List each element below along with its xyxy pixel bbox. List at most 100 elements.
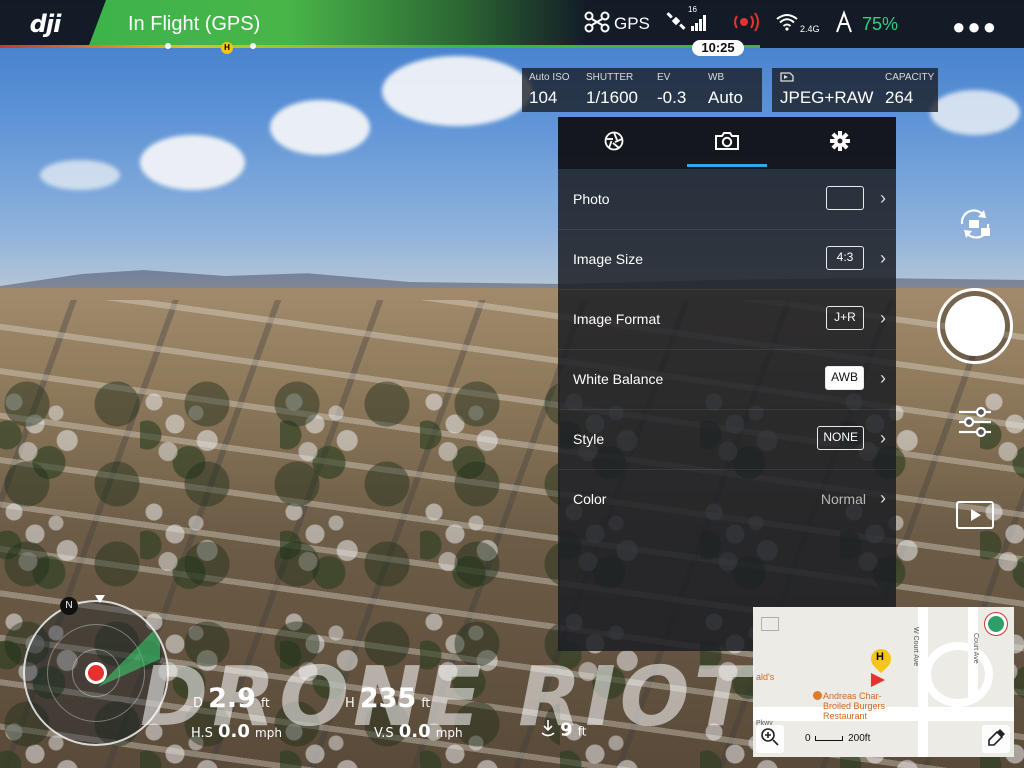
shutter-button[interactable]: [937, 288, 1013, 364]
cloud: [140, 135, 245, 190]
height-label: H: [345, 696, 355, 711]
vps-value: 9: [560, 719, 573, 741]
map-poi-label: Broiled Burgers: [823, 701, 886, 711]
hspeed-unit: mph: [255, 726, 282, 740]
setting-value-text: Normal: [820, 491, 866, 507]
setting-value-box: J+R: [826, 306, 864, 330]
vps-readout: 9 ft: [541, 719, 586, 743]
progress-marker: [250, 43, 256, 49]
map-street-label: Court Ave: [972, 633, 979, 664]
map-scale: 0 200ft: [805, 733, 870, 744]
setting-label: Image Format: [573, 311, 661, 327]
setting-row-color[interactable]: Color Normal ›: [558, 469, 896, 529]
vspeed-readout: V.S 0.0 mph: [374, 721, 463, 742]
drone-icon: [584, 11, 610, 38]
more-dots-icon[interactable]: ●●●: [952, 14, 998, 40]
gps-label: GPS: [614, 14, 650, 33]
drone-position-icon: [871, 673, 885, 687]
vps-icon: [541, 719, 555, 743]
setting-row-photo[interactable]: Photo ›: [558, 169, 896, 229]
hspeed-label: H.S: [191, 726, 213, 741]
hspeed-readout: H.S 0.0 mph: [191, 721, 282, 742]
tab-settings[interactable]: [784, 117, 896, 169]
chevron-right-icon: ›: [880, 248, 886, 268]
cloud: [930, 90, 1020, 135]
cloud: [40, 160, 120, 190]
format-value: JPEG+RAW: [780, 88, 874, 107]
camera-settings-toggle[interactable]: [955, 404, 995, 444]
map-poi-label: ald's: [756, 672, 775, 682]
setting-label: Style: [573, 431, 605, 447]
top-status-bar: dji In Flight (GPS) GPS 16 2.4G 75% ●●●: [0, 0, 1024, 48]
sliders-icon: [957, 404, 993, 445]
chevron-right-icon: ›: [880, 428, 886, 448]
playback-button[interactable]: [955, 500, 995, 534]
switch-camera-icon: [954, 206, 996, 247]
restaurant-icon: [813, 691, 822, 700]
home-marker-pin: H: [221, 42, 233, 54]
map-poi-label: Restaurant: [823, 711, 868, 721]
wifi-band: 2.4G: [800, 24, 820, 34]
map-scale-distance: 200ft: [848, 733, 871, 744]
gear-icon: [829, 130, 851, 157]
camera-settings-panel: Photo › Image Size 4:3 › Image Format J+…: [558, 117, 896, 651]
iso-label: Auto ISO: [529, 72, 570, 83]
tab-camera[interactable]: [671, 117, 783, 169]
satellite-count: 16: [688, 4, 697, 14]
setting-label: Photo: [573, 191, 610, 207]
eraser-icon: [986, 727, 1006, 752]
compass-north: N: [60, 597, 78, 615]
iso-value: 104: [529, 88, 558, 107]
battery-icon: [834, 9, 854, 39]
height-readout: H 235 ft: [345, 683, 430, 714]
distance-readout: D 2.9 ft: [193, 683, 270, 714]
setting-label: Image Size: [573, 251, 644, 267]
zoom-in-button[interactable]: [756, 725, 784, 753]
hspeed-value: 0.0: [218, 721, 250, 742]
playback-icon: [956, 500, 994, 534]
tab-exposure[interactable]: [558, 117, 670, 169]
capacity-label: CAPACITY: [885, 72, 935, 83]
shutter-value: 1/1600: [586, 88, 638, 107]
wifi-status[interactable]: 2.4G: [776, 0, 820, 48]
chevron-right-icon: ›: [880, 368, 886, 388]
flight-status-label: In Flight (GPS): [128, 13, 261, 35]
eraser-button[interactable]: [982, 725, 1010, 753]
flight-time-badge: 10:25: [692, 40, 744, 56]
ev-label: EV: [657, 72, 671, 83]
shutter-label: SHUTTER: [586, 72, 634, 83]
map-roundabout: [923, 642, 993, 707]
exposure-params[interactable]: Auto ISO 104 SHUTTER 1/1600 EV -0.3 WB A…: [522, 68, 762, 112]
gps-status[interactable]: GPS: [584, 0, 650, 48]
wb-value: Auto: [708, 88, 743, 107]
vspeed-label: V.S: [374, 726, 394, 741]
setting-row-white-balance[interactable]: White Balance AWB ›: [558, 349, 896, 409]
map-layer-icon[interactable]: [761, 617, 779, 631]
compass-dot-icon: [985, 613, 1007, 635]
compass-north-label: N: [65, 600, 73, 611]
capacity-value: 264: [885, 88, 914, 107]
storage-params[interactable]: JPEG+RAW CAPACITY 264: [772, 68, 938, 112]
distance-label: D: [193, 696, 204, 711]
setting-row-style[interactable]: Style NONE ›: [558, 409, 896, 469]
aircraft-heading-icon: [85, 662, 107, 684]
progress-marker: [165, 43, 171, 49]
mini-map[interactable]: W Court Ave Court Ave ald's Pkwy Andreas…: [753, 607, 1014, 757]
chevron-right-icon: ›: [880, 188, 886, 208]
setting-row-image-size[interactable]: Image Size 4:3 ›: [558, 229, 896, 289]
flight-status-banner[interactable]: In Flight (GPS): [88, 0, 588, 48]
wb-label: WB: [708, 72, 725, 83]
satellite-icon: [666, 11, 688, 38]
battery-status[interactable]: 75%: [834, 0, 898, 48]
vspeed-value: 0.0: [398, 721, 431, 742]
setting-label: White Balance: [573, 371, 664, 387]
dji-logo[interactable]: dji: [0, 0, 90, 48]
setting-row-image-format[interactable]: Image Format J+R ›: [558, 289, 896, 349]
vps-unit: ft: [577, 724, 587, 739]
cloud: [270, 100, 370, 155]
map-scale-bar: [815, 736, 844, 741]
switch-camera-button[interactable]: [953, 206, 997, 246]
map-street-label: W Court Ave: [912, 627, 919, 667]
signal-bars-icon: 16: [688, 5, 708, 36]
cloud: [382, 56, 532, 126]
